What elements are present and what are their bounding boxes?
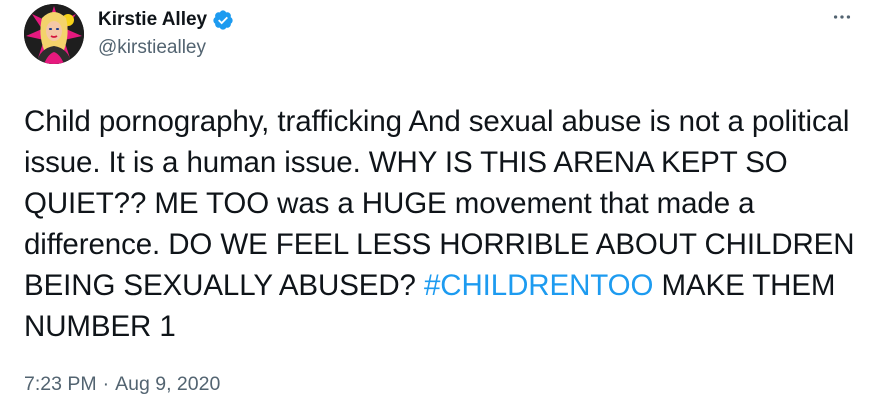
verified-badge-icon (212, 9, 234, 31)
tweet-meta: 7:23 PM · Aug 9, 2020 (24, 373, 220, 396)
tweet-card: Kirstie Alley @kirstiealley Child pornog… (0, 0, 873, 403)
meta-separator: · (102, 373, 110, 395)
more-options-icon[interactable] (825, 2, 859, 32)
hashtag-link[interactable]: #CHILDRENTOO (424, 269, 653, 302)
author-block: Kirstie Alley @kirstiealley (98, 7, 234, 59)
avatar-image (24, 4, 84, 64)
tweet-date-link[interactable]: Aug 9, 2020 (115, 373, 220, 396)
avatar[interactable] (24, 4, 84, 64)
name-row: Kirstie Alley (98, 7, 234, 33)
display-name[interactable]: Kirstie Alley (98, 9, 207, 31)
tweet-text: Child pornography, trafficking And sexua… (24, 101, 869, 347)
tweet-time-link[interactable]: 7:23 PM (24, 373, 97, 396)
handle[interactable]: @kirstiealley (98, 37, 234, 59)
